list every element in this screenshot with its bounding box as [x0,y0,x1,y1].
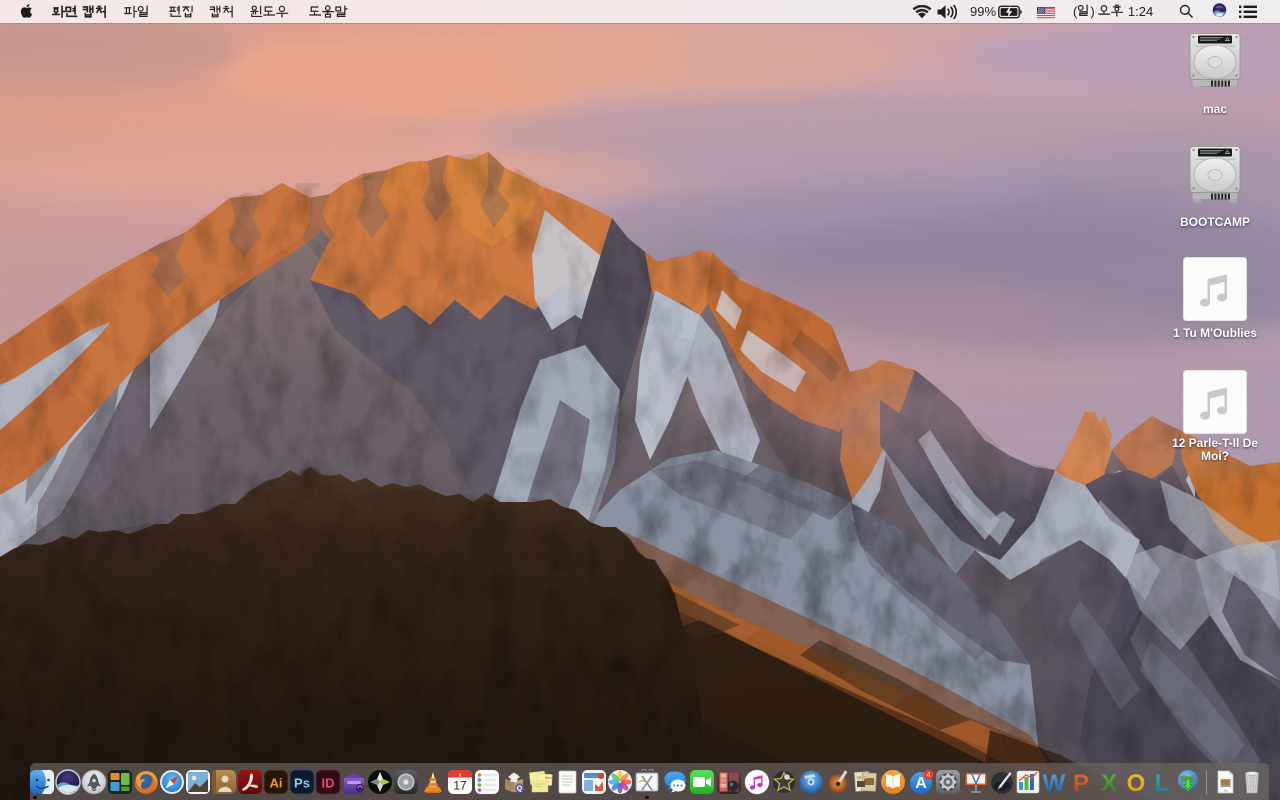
svg-text:ID: ID [322,776,335,791]
svg-text:X: X [1101,770,1117,795]
svg-text:Ps: Ps [294,776,310,791]
svg-text:.zip: .zip [1223,789,1228,793]
svg-text:4: 4 [926,772,930,779]
svg-text:Q: Q [516,786,522,793]
svg-text:Rem: Rem [545,776,552,780]
svg-text:W: W [1043,770,1066,795]
svg-text:17: 17 [453,779,467,793]
svg-text:P: P [1073,770,1089,795]
svg-text:L: L [1155,770,1170,795]
svg-text:Ai: Ai [270,776,283,791]
svg-text:O: O [1127,770,1146,795]
